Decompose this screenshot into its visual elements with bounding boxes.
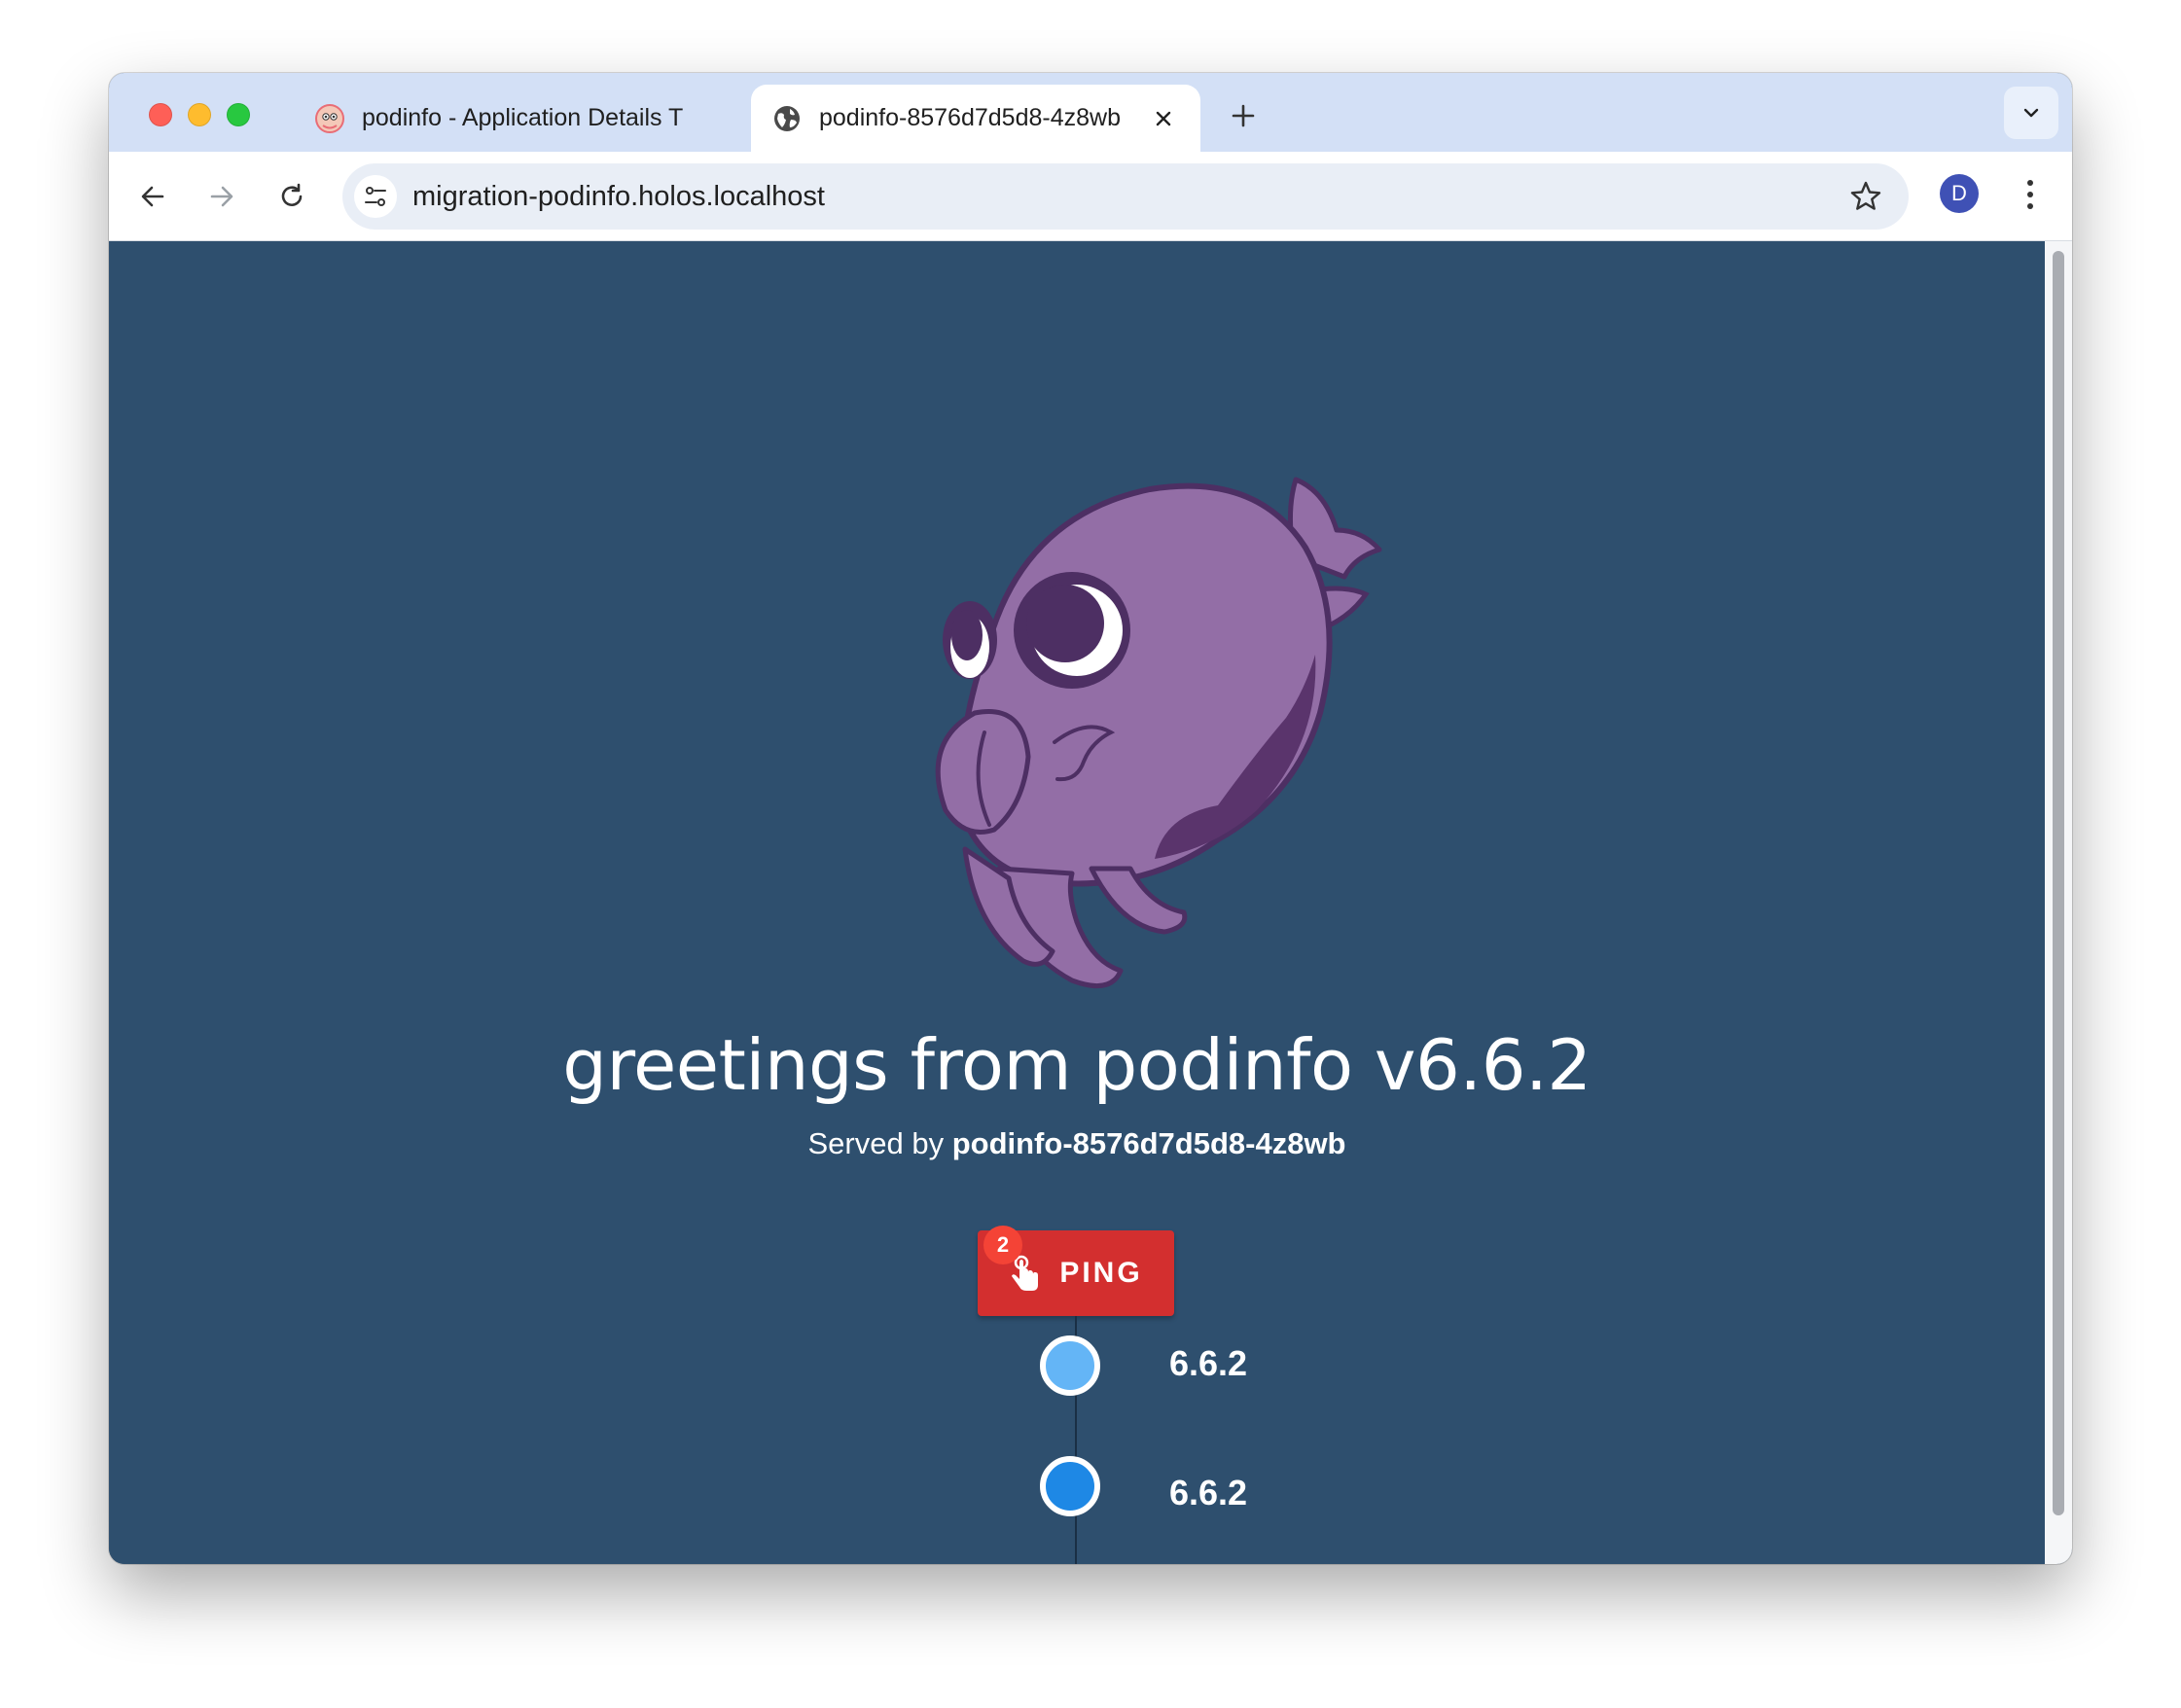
served-prefix: Served by [807,1126,952,1160]
tab-title: podinfo-8576d7d5d8-4z8wb [819,104,1121,131]
scrollbar-thumb[interactable] [2053,251,2064,1515]
scrollbar[interactable] [2045,241,2072,1564]
ping-count-badge: 2 [983,1226,1022,1264]
page-title: greetings from podinfo v6.6.2 [562,1024,1591,1106]
tune-icon [365,187,386,206]
tab-strip: podinfo - Application Details T podinfo-… [109,73,2072,152]
served-host: podinfo-8576d7d5d8-4z8wb [951,1126,1346,1160]
tab-search-button[interactable] [2004,87,2058,139]
tab-podinfo[interactable]: podinfo-8576d7d5d8-4z8wb [751,85,1200,152]
maximize-window-button[interactable] [227,103,250,126]
timeline-version: 6.6.2 [1169,1343,1248,1383]
argo-icon [315,104,344,133]
address-bar[interactable]: migration-podinfo.holos.localhost [342,163,1909,230]
ping-label: PING [1059,1257,1143,1289]
forward-button[interactable] [202,177,241,216]
globe-icon [774,106,800,131]
arrow-right-icon [210,186,233,207]
browser-window: podinfo - Application Details T podinfo-… [109,73,2072,1564]
back-button[interactable] [133,177,172,216]
bookmark-star-icon[interactable] [1848,179,1883,214]
arrow-left-icon [141,186,164,207]
site-info-button[interactable] [354,175,397,218]
minimize-window-button[interactable] [188,103,211,126]
reload-icon [281,183,303,206]
timeline-dot [1040,1456,1100,1516]
close-window-button[interactable] [149,103,172,126]
timeline-dot [1040,1335,1100,1396]
profile-avatar[interactable]: D [1940,174,1979,213]
address-url: migration-podinfo.holos.localhost [412,181,825,212]
browser-toolbar: migration-podinfo.holos.localhost D [109,152,2072,241]
tab-title: podinfo - Application Details T [362,104,684,131]
timeline-version: 6.6.2 [1169,1473,1248,1512]
new-tab-icon[interactable] [1226,98,1261,133]
served-by-text: Served by podinfo-8576d7d5d8-4z8wb [109,1126,2045,1161]
close-tab-icon[interactable] [1150,105,1177,132]
podinfo-mascot-logo [935,477,1382,989]
more-vert-icon[interactable] [2016,173,2045,216]
reload-button[interactable] [272,177,311,216]
chevron-down-icon [2023,108,2039,118]
page-content: greetings from podinfo v6.6.2 Served by … [109,241,2045,1564]
